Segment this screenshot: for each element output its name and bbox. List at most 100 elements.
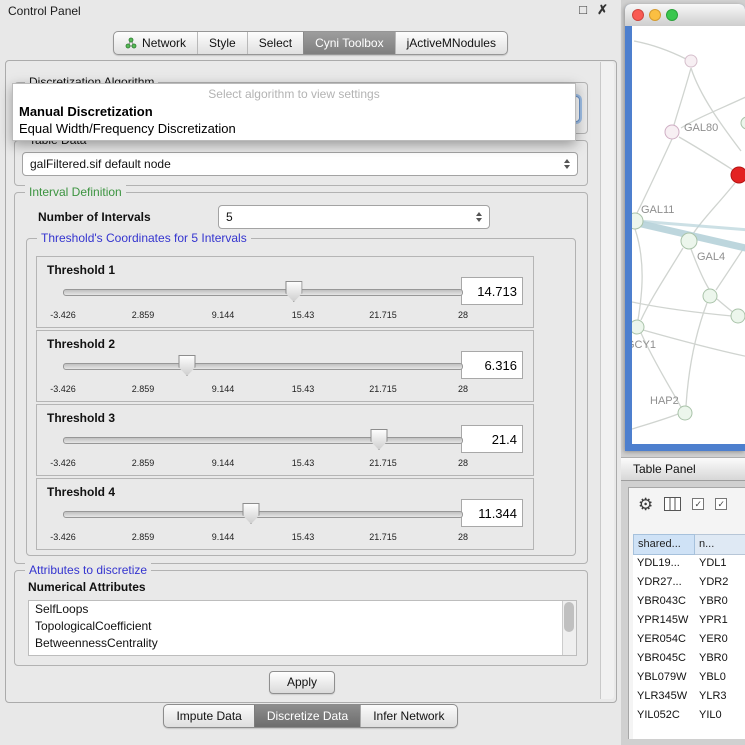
table-row[interactable]: YLR345WYLR3 <box>633 688 745 707</box>
table-data-combobox[interactable]: galFiltered.sif default node <box>22 152 578 176</box>
node-gal80[interactable] <box>665 125 679 139</box>
network-nodes <box>632 55 745 420</box>
cell[interactable]: YDR27... <box>633 574 695 593</box>
cell[interactable]: YLR3 <box>695 688 745 707</box>
tick-label: 28 <box>458 532 468 542</box>
threshold-4-value-field[interactable] <box>461 499 523 527</box>
tab-infer-network[interactable]: Infer Network <box>360 705 456 727</box>
algorithm-dropdown-popup: Select algorithm to view settings Manual… <box>12 83 576 141</box>
cell[interactable]: YBR0 <box>695 593 745 612</box>
cell[interactable]: YBR0 <box>695 650 745 669</box>
tick-label: 2.859 <box>132 384 155 394</box>
node-gcy1[interactable] <box>632 320 644 334</box>
tick-label: 21.715 <box>369 532 397 542</box>
cell[interactable]: YLR345W <box>633 688 695 707</box>
threshold-2-value-field[interactable] <box>461 351 523 379</box>
list-item[interactable]: SelfLoops <box>29 601 576 618</box>
table-row[interactable]: YPR145WYPR1 <box>633 612 745 631</box>
table-row[interactable]: YDR27...YDR2 <box>633 574 745 593</box>
select-rows-icon[interactable]: ✓ <box>715 498 727 510</box>
zoom-button[interactable] <box>666 9 678 21</box>
network-canvas[interactable]: GAL80 GAL11 GAL4 GCY1 HAP2 <box>632 26 745 444</box>
threshold-2-slider[interactable]: -3.426 2.859 9.144 15.43 21.715 28 <box>63 353 463 397</box>
threshold-4-panel: Threshold 4 -3.426 2.859 9.144 15.43 21.… <box>36 478 534 550</box>
top-tab-bar: Network Style Select Cyni Toolbox jActiv… <box>0 31 621 55</box>
node-hap2[interactable] <box>678 406 692 420</box>
node[interactable] <box>741 117 745 129</box>
tab-jactivemnodules[interactable]: jActiveMNodules <box>395 32 507 54</box>
node[interactable] <box>731 309 745 323</box>
tab-style[interactable]: Style <box>197 32 247 54</box>
threshold-4-slider[interactable]: -3.426 2.859 9.144 15.43 21.715 28 <box>63 501 463 545</box>
list-item[interactable]: BetweennessCentrality <box>29 635 576 652</box>
node-gal4[interactable] <box>681 233 697 249</box>
popup-item-equal-width-frequency[interactable]: Equal Width/Frequency Discretization <box>13 120 575 137</box>
tab-impute-data[interactable]: Impute Data <box>164 705 253 727</box>
threshold-1-value-field[interactable] <box>461 277 523 305</box>
tab-jactive-label: jActiveMNodules <box>407 36 496 50</box>
number-of-intervals-combobox[interactable]: 5 <box>218 205 490 229</box>
tab-network[interactable]: Network <box>114 32 197 54</box>
tick-label: -3.426 <box>50 310 76 320</box>
table-row[interactable]: YDL19...YDL1 <box>633 555 745 574</box>
table-row[interactable]: YBR045CYBR0 <box>633 650 745 669</box>
number-of-intervals-value: 5 <box>226 210 233 224</box>
column-header-shared-name[interactable]: shared... <box>633 534 695 555</box>
slider-thumb[interactable] <box>243 503 260 524</box>
column-header-name[interactable]: n... <box>695 534 745 555</box>
minimize-icon[interactable]: □ <box>579 2 587 17</box>
table-row[interactable]: YBR043CYBR0 <box>633 593 745 612</box>
table-row[interactable]: YIL052CYIL0 <box>633 707 745 726</box>
cell[interactable]: YBR045C <box>633 650 695 669</box>
tick-label: 21.715 <box>369 384 397 394</box>
popup-item-manual-discretization[interactable]: Manual Discretization <box>13 103 575 120</box>
close-icon[interactable]: ✗ <box>597 2 608 18</box>
node[interactable] <box>685 55 697 67</box>
gear-icon[interactable]: ⚙ <box>638 496 653 513</box>
tab-cyni-label: Cyni Toolbox <box>315 36 383 50</box>
node-label-gal11: GAL11 <box>641 204 674 216</box>
network-window-titlebar[interactable] <box>625 4 745 26</box>
cell[interactable]: YDL1 <box>695 555 745 574</box>
table-row[interactable]: YER054CYER0 <box>633 631 745 650</box>
panel-vertical-scrollbar[interactable] <box>600 62 614 699</box>
cell[interactable]: YER054C <box>633 631 695 650</box>
scrollbar-thumb[interactable] <box>564 602 574 632</box>
slider-tick-labels: -3.426 2.859 9.144 15.43 21.715 28 <box>63 310 463 322</box>
columns-icon[interactable] <box>664 497 681 511</box>
cell[interactable]: YDL19... <box>633 555 695 574</box>
threshold-4-label: Threshold 4 <box>47 485 115 499</box>
number-of-intervals-label: Number of Intervals <box>38 210 151 224</box>
slider-thumb[interactable] <box>285 281 302 302</box>
table-row[interactable]: YBL079WYBL0 <box>633 669 745 688</box>
cell[interactable]: YDR2 <box>695 574 745 593</box>
node[interactable] <box>703 289 717 303</box>
table-panel-header[interactable]: Table Panel <box>621 457 745 481</box>
select-all-icon[interactable]: ✓ <box>692 498 704 510</box>
cell[interactable]: YBR043C <box>633 593 695 612</box>
node-selected-red[interactable] <box>731 167 745 183</box>
cell[interactable]: YPR1 <box>695 612 745 631</box>
slider-thumb[interactable] <box>179 355 196 376</box>
tab-discretize-data[interactable]: Discretize Data <box>254 705 360 727</box>
slider-thumb[interactable] <box>371 429 388 450</box>
combo-stepper-icon <box>564 159 570 169</box>
cell[interactable]: YBL079W <box>633 669 695 688</box>
tick-label: -3.426 <box>50 384 76 394</box>
cell[interactable]: YER0 <box>695 631 745 650</box>
cell[interactable]: YBL0 <box>695 669 745 688</box>
list-scrollbar[interactable] <box>562 601 576 655</box>
cell[interactable]: YIL0 <box>695 707 745 726</box>
apply-button[interactable]: Apply <box>269 671 335 694</box>
tab-cyni-toolbox[interactable]: Cyni Toolbox <box>303 32 394 54</box>
threshold-3-slider[interactable]: -3.426 2.859 9.144 15.43 21.715 28 <box>63 427 463 471</box>
close-button[interactable] <box>632 9 644 21</box>
minimize-button[interactable] <box>649 9 661 21</box>
tab-select[interactable]: Select <box>247 32 303 54</box>
list-item[interactable]: TopologicalCoefficient <box>29 618 576 635</box>
node-table: shared... n... YDL19...YDL1 YDR27...YDR2… <box>633 534 745 739</box>
cell[interactable]: YPR145W <box>633 612 695 631</box>
cell[interactable]: YIL052C <box>633 707 695 726</box>
threshold-3-value-field[interactable] <box>461 425 523 453</box>
threshold-1-slider[interactable]: -3.426 2.859 9.144 15.43 21.715 28 <box>63 279 463 323</box>
